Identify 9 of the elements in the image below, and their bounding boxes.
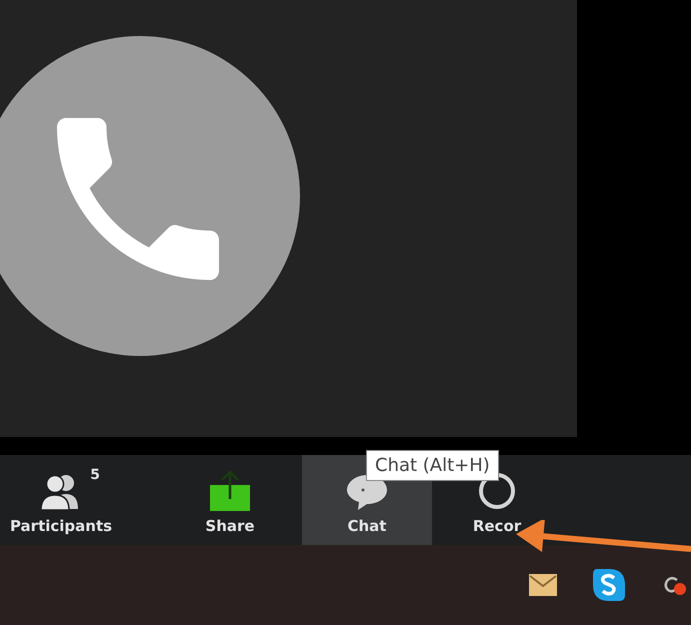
mail-icon[interactable] xyxy=(529,574,557,596)
participant-count: 5 xyxy=(90,467,100,483)
toolbar-button[interactable]: Share xyxy=(165,455,295,545)
skype-icon[interactable] xyxy=(591,567,627,603)
toolbar-button[interactable]: 5 Participants xyxy=(0,455,122,545)
tooltip: Chat (Alt+H) xyxy=(366,450,499,481)
chat-bubble-icon xyxy=(346,473,388,511)
share-upload-icon xyxy=(209,469,251,511)
phone-avatar-icon xyxy=(0,36,300,356)
